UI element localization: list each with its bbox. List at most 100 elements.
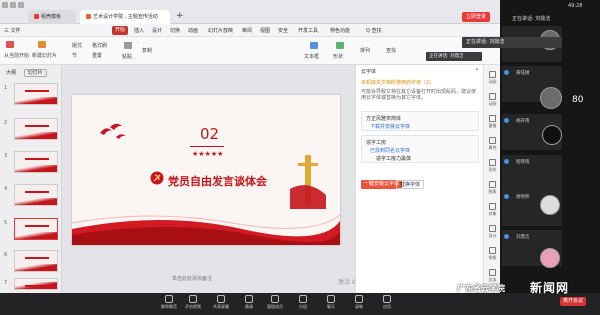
slide-thumbnail[interactable] [14,278,58,290]
avatar [540,87,562,109]
chat-button[interactable]: 聊天 [322,295,340,310]
ribbon-reset[interactable]: 重置 [92,52,102,59]
ribbon-arrange[interactable]: 排列 [360,47,370,54]
new-slide-icon[interactable] [38,41,46,48]
slide-thumbnail[interactable] [14,151,58,173]
rail-label: 动画 [488,79,497,84]
tab-slides[interactable]: 幻灯片 [23,69,47,77]
speaking-tooltip: 正在讲话: 刘鼎洁 [462,37,562,48]
login-button[interactable]: 立即登录 [462,12,491,22]
ribbon-play-from-current[interactable]: 从当前开始 [4,52,29,59]
thumb-number: 1 [4,85,8,91]
window-indicator-icons [2,2,24,8]
rail-layout[interactable]: 排版 [486,247,499,261]
manage-members-button[interactable]: 管理成员 [266,295,284,310]
ribbon-copy[interactable]: 复制 [142,47,152,54]
rail-chart[interactable]: 图表 [486,181,499,195]
participant-name: 程晓雨 [516,160,530,165]
notes-placeholder[interactable]: 单击此处添加备注 [172,275,212,282]
slide-thumbnail[interactable] [14,250,58,272]
slide-thumbnail[interactable] [14,118,58,140]
menu-insert[interactable]: 插入 [134,27,144,34]
rail-text[interactable]: 文本 [486,269,499,283]
ribbon-section[interactable]: 节 [72,52,77,59]
file-menu[interactable]: 三 文件 [4,27,21,34]
speaking-indicator: 正在讲话: 刘鼎洁 [512,16,551,22]
tab-presentation[interactable]: 艺术设计学院...主题宣传活动 [80,10,170,24]
slide-thumbnail[interactable] [14,83,58,105]
rail-animation[interactable]: 动画 [486,71,499,85]
menu-slideshow[interactable]: 幻灯片放映 [208,27,233,34]
menu-animation[interactable]: 动画 [188,27,198,34]
mic-icon [504,159,509,164]
ribbon-layout[interactable]: 版式 [72,42,82,49]
menu-view[interactable]: 视图 [260,27,270,34]
invite-button[interactable]: 邀请 [240,295,258,310]
microphone-icon [165,295,173,303]
font-action-link[interactable]: 下载并安装云字体 [370,123,410,130]
start-video-button[interactable]: 开启视频 [184,295,202,310]
record-button[interactable]: 录制 [350,295,368,310]
shape-icon [489,159,496,166]
chat-icon [327,295,335,303]
shape-icon[interactable] [336,42,344,49]
breakout-button[interactable]: 分组 [294,295,312,310]
meeting-clock: 49:28 [568,3,583,9]
leave-meeting-button[interactable]: 离开会议 [560,297,587,306]
unmute-button[interactable]: 解除静音 [160,295,178,310]
new-tab-button[interactable]: + [176,10,184,23]
font-card[interactable]: 造字工房 已找到同名云字体 造字工房力黑体 [361,135,479,163]
ribbon-toolbar: 从当前开始 新建幻灯片 版式 节 格式刷 重置 粘贴 复制 文本框 形状 排列 … [0,37,500,65]
members-icon [271,295,279,303]
camera-icon [189,295,197,303]
ribbon-textbox[interactable]: 文本框 [304,53,319,60]
control-label: 聊天 [327,304,335,309]
rail-design[interactable]: 设计 [486,225,499,239]
chart-icon [489,181,496,188]
rail-shape[interactable]: 形状 [486,159,499,173]
menu-transition[interactable]: 切换 [170,27,180,34]
menu-review[interactable]: 审阅 [242,27,252,34]
share-screen-button[interactable]: 共享屏幕 [212,295,230,310]
ribbon-new-slide[interactable]: 新建幻灯片 [32,52,57,59]
font-action-link[interactable]: 已找到同名云字体 [370,147,410,154]
rail-pane[interactable]: 窗格 [486,115,499,129]
mic-icon [504,234,509,239]
pane-icon [489,115,496,122]
font-card[interactable]: 方正风雅宋简体 下载并安装云字体 [361,111,479,131]
participant-tile[interactable] [502,155,562,191]
thumb-number: 4 [4,186,8,192]
slide-canvas-area: 02 ★★★★★ 党员自由发言谈体会 单击此处添加备注 [62,65,355,293]
apps-button[interactable]: 应用 [378,295,396,310]
rail-label: 属性 [488,145,497,150]
textbox-icon[interactable] [310,42,318,49]
menu-design[interactable]: 设计 [152,27,162,34]
ribbon-shape[interactable]: 形状 [333,53,343,60]
font-sample: 造字工房力黑体 [376,156,412,162]
tab-docer[interactable]: 稻壳模板 [28,10,76,24]
menu-developer[interactable]: 开发工具 [298,27,318,34]
participant-name: 刘鼎洁 [516,235,530,240]
menu-features[interactable]: 特色功能 [330,27,350,34]
menu-start[interactable]: 开始 [112,26,129,35]
slide-thumbnail[interactable] [14,184,58,206]
menu-security[interactable]: 安全 [278,27,288,34]
play-icon[interactable] [6,41,14,48]
ribbon-find[interactable]: 查找 [386,47,396,54]
ribbon-format-painter[interactable]: 格式刷 [92,42,107,49]
replace-font-button[interactable]: 替换字体 [396,180,425,189]
avatar [540,195,560,215]
close-icon[interactable]: ✕ [475,67,479,73]
search-menu[interactable]: Q 查找 [366,27,382,34]
rail-object[interactable]: 对象 [486,203,499,217]
party-emblem-icon [150,171,164,185]
slide-thumbnail-selected[interactable] [14,218,58,240]
current-slide[interactable]: 02 ★★★★★ 党员自由发言谈体会 [72,95,340,245]
tab-outline[interactable]: 大纲 [6,70,16,76]
paste-icon[interactable] [124,42,132,49]
font-name: 方正风雅宋简体 [366,116,402,122]
ribbon-paste[interactable]: 粘贴 [122,53,132,60]
app-root: 稻壳模板 艺术设计学院...主题宣传活动 + 立即登录 三 文件 开始 插入 设… [0,0,600,315]
rail-properties[interactable]: 属性 [486,137,499,151]
rail-animation-2[interactable]: 动画 [486,93,499,107]
